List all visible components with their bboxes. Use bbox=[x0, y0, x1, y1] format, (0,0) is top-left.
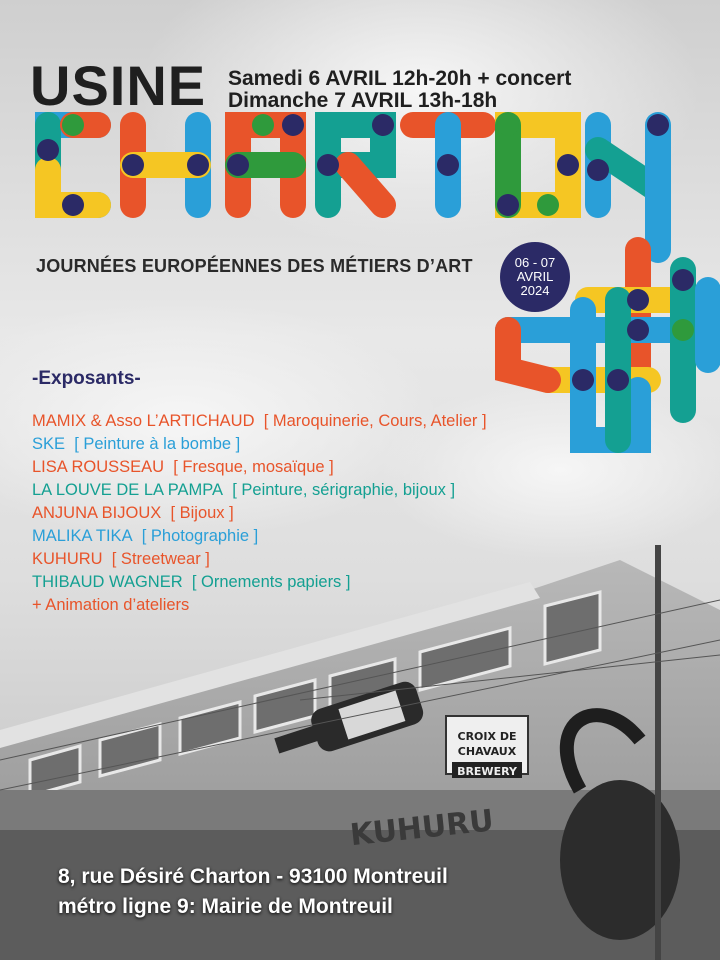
workshop-animation: + Animation d’ateliers bbox=[32, 596, 190, 614]
exposants-list: MAMIX & Asso L’ARTICHAUD [ Maroquinerie,… bbox=[32, 410, 487, 617]
badge-days: 06 - 07 bbox=[514, 255, 556, 270]
svg-text:CHAVAUX: CHAVAUX bbox=[458, 745, 517, 758]
exhibitor-craft: [ Bijoux ] bbox=[170, 504, 234, 522]
date-line-sunday: Dimanche 7 AVRIL 13h-18h bbox=[228, 89, 498, 112]
date-badge: 06 - 07 AVRIL 2024 bbox=[500, 242, 570, 312]
exhibitor-name: MALIKA TIKA bbox=[32, 527, 133, 545]
metro-info: métro ligne 9: Mairie de Montreuil bbox=[58, 895, 393, 918]
event-dates: Samedi 6 AVRIL 12h-20h + concert Dimanch… bbox=[228, 68, 571, 112]
exhibitor-craft: [ Ornements papiers ] bbox=[191, 573, 351, 591]
list-item: THIBAUD WAGNER [ Ornements papiers ] bbox=[32, 571, 487, 594]
exposants-title: -Exposants- bbox=[32, 368, 141, 389]
exhibitor-name: KUHURU bbox=[32, 550, 103, 568]
list-item: MAMIX & Asso L’ARTICHAUD [ Maroquinerie,… bbox=[32, 410, 487, 433]
exhibitor-craft: [ Peinture, sérigraphie, bijoux ] bbox=[232, 481, 456, 499]
exhibitor-craft: [ Peinture à la bombe ] bbox=[74, 435, 241, 453]
list-item: SKE [ Peinture à la bombe ] bbox=[32, 433, 487, 456]
list-item: MALIKA TIKA [ Photographie ] bbox=[32, 525, 487, 548]
list-item: KUHURU [ Streetwear ] bbox=[32, 548, 487, 571]
svg-text:CROIX DE: CROIX DE bbox=[458, 730, 517, 743]
street-address: 8, rue Désiré Charton - 93100 Montreuil bbox=[58, 865, 448, 888]
subtitle: JOURNÉES EUROPÉENNES DES MÉTIERS D’ART bbox=[36, 256, 473, 276]
address-block: 8, rue Désiré Charton - 93100 Montreuil … bbox=[58, 862, 448, 922]
list-item: LA LOUVE DE LA PAMPA [ Peinture, sérigra… bbox=[32, 479, 487, 502]
exhibitor-name: LISA ROUSSEAU bbox=[32, 458, 165, 476]
exhibitor-craft: [ Photographie ] bbox=[141, 527, 259, 545]
exhibitor-craft: [ Maroquinerie, Cours, Atelier ] bbox=[263, 412, 487, 430]
exhibitor-name: ANJUNA BIJOUX bbox=[32, 504, 162, 522]
badge-year: 2024 bbox=[520, 283, 550, 298]
usine-title: USINE bbox=[30, 54, 207, 117]
exhibitor-name: MAMIX & Asso L’ARTICHAUD bbox=[32, 412, 255, 430]
exhibitor-craft: [ Fresque, mosaïque ] bbox=[173, 458, 334, 476]
exhibitor-name: THIBAUD WAGNER bbox=[32, 573, 183, 591]
exhibitor-name: SKE bbox=[32, 435, 66, 453]
exhibitor-name: LA LOUVE DE LA PAMPA bbox=[32, 481, 224, 499]
badge-month: AVRIL bbox=[516, 269, 554, 284]
list-item: LISA ROUSSEAU [ Fresque, mosaïque ] bbox=[32, 456, 487, 479]
exhibitor-craft: [ Streetwear ] bbox=[111, 550, 210, 568]
svg-text:BREWERY: BREWERY bbox=[457, 765, 518, 778]
date-line-saturday: Samedi 6 AVRIL 12h-20h + concert bbox=[228, 67, 572, 90]
list-item: ANJUNA BIJOUX [ Bijoux ] bbox=[32, 502, 487, 525]
